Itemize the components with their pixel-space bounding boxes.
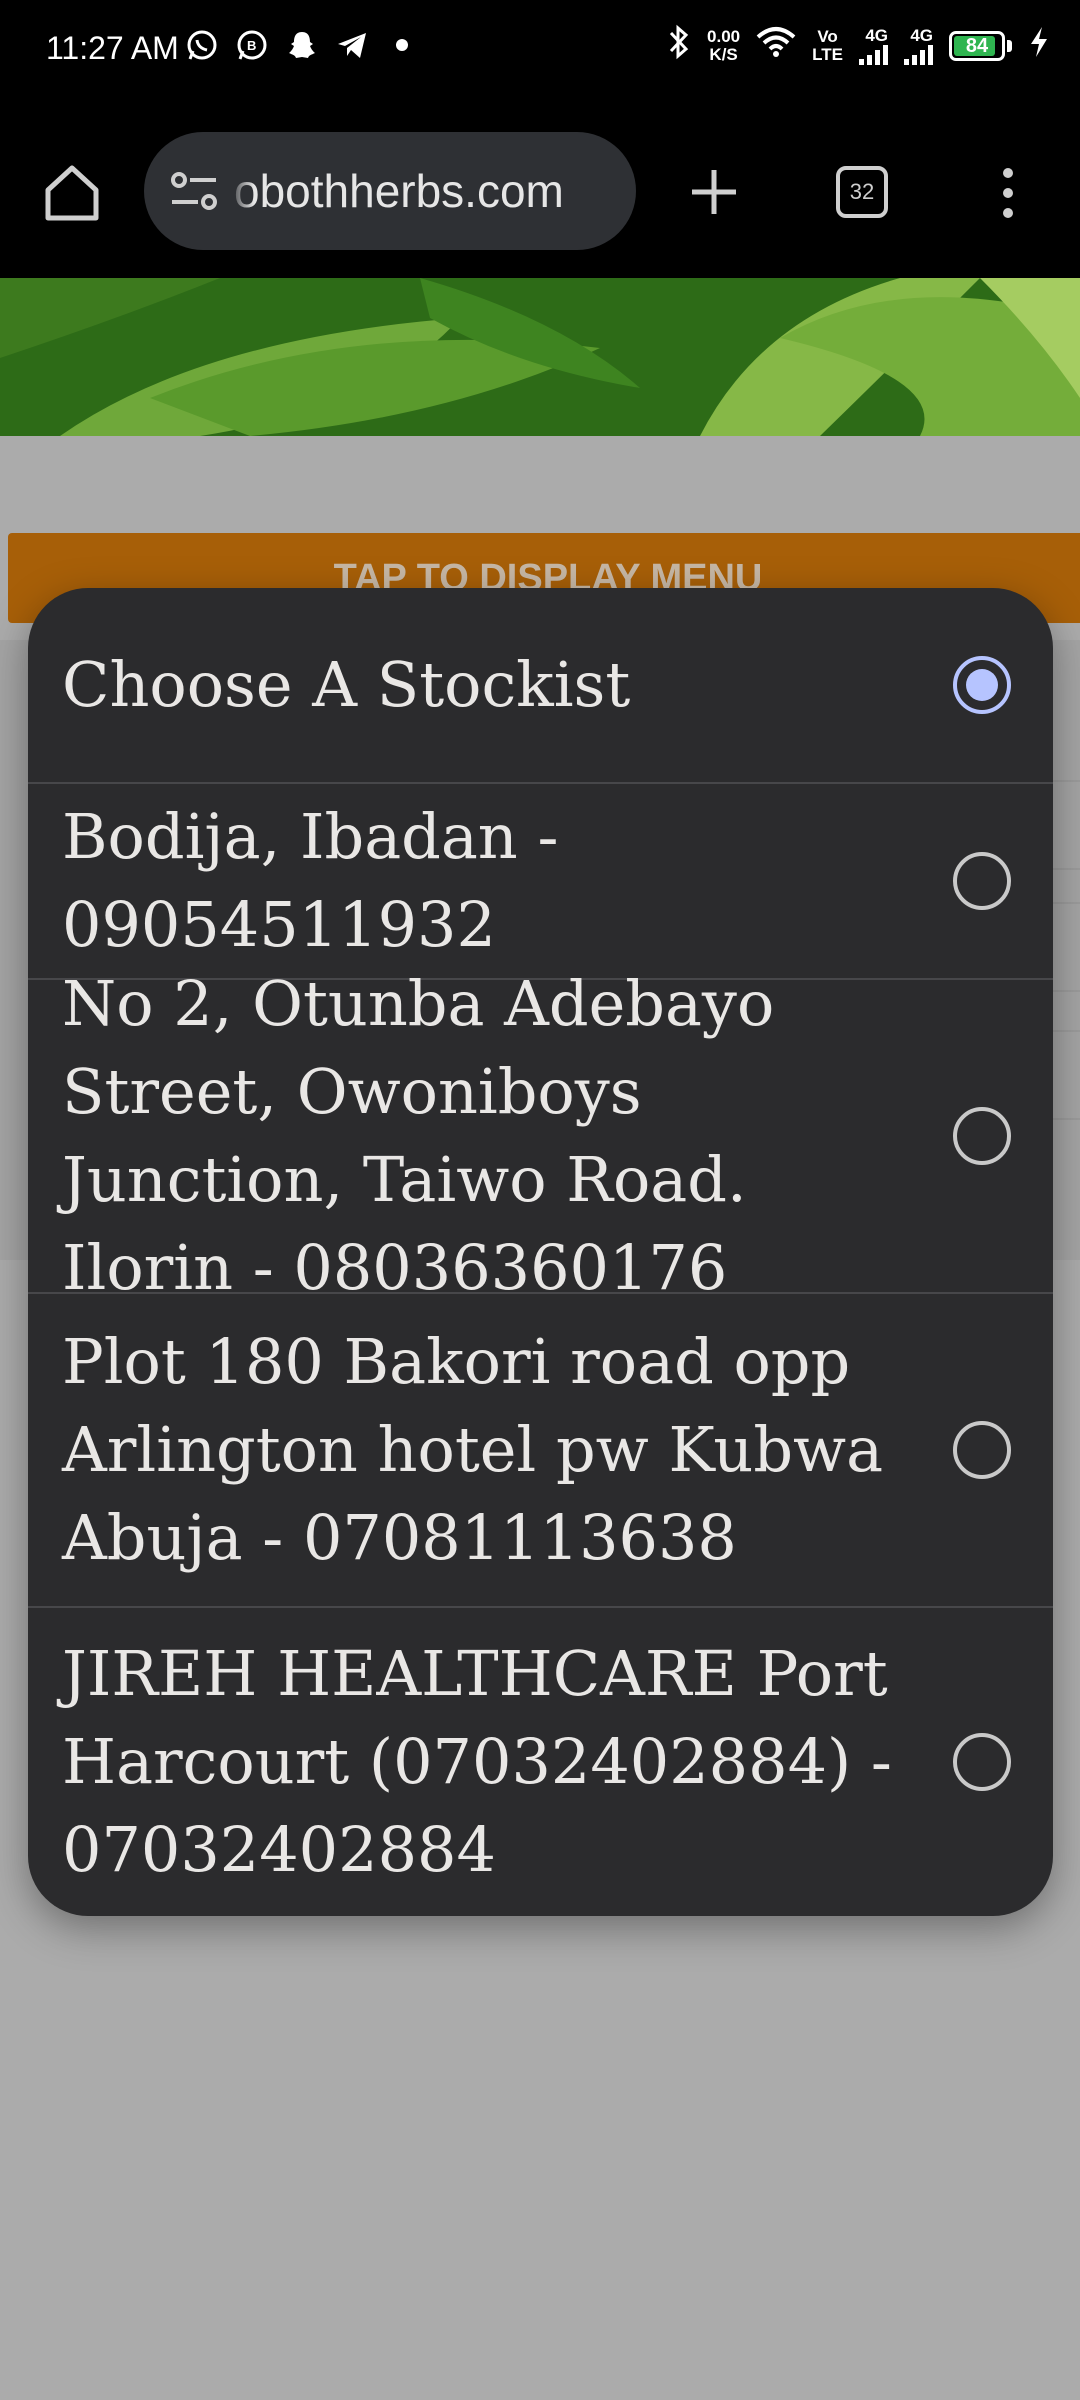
charging-icon [1028,25,1050,67]
hero-leaf-banner [0,278,1080,436]
radio-button[interactable] [953,852,1011,910]
radio-button[interactable] [953,1421,1011,1479]
telegram-icon [334,28,370,64]
new-tab-button[interactable] [686,164,742,220]
more-vert-icon [1003,168,1013,218]
signal-bars-icon [904,45,933,65]
wifi-icon [756,25,796,67]
sim1-label: 4G [865,26,888,45]
home-icon [45,165,99,221]
tab-switcher-button[interactable]: 32 [836,166,888,218]
radio-button[interactable] [953,1107,1011,1165]
snapchat-icon [284,28,320,64]
volte-top: Vo [817,27,838,46]
leaf-image [0,278,1080,436]
site-settings-icon[interactable] [170,170,218,212]
more-menu-button[interactable] [988,166,1028,220]
sim1-signal: 4G [859,27,888,65]
volte-indicator: Vo LTE [812,28,843,64]
net-speed: 0.00 K/S [707,28,740,64]
whatsapp-business-icon: B [234,28,270,64]
volte-bottom: LTE [812,45,843,64]
stockist-select-dialog: Choose A Stockist Bodija, Ibadan - 09054… [28,588,1053,1916]
browser-toolbar: obothherbs.com 32 [0,108,1080,278]
battery-level: 84 [965,34,989,57]
net-speed-unit: K/S [709,45,738,64]
sim2-signal: 4G [904,27,933,65]
stockist-option[interactable]: JIREH HEALTHCARE Port Harcourt (07032402… [28,1608,1053,1916]
stockist-option-label: Choose A Stockist [62,648,631,721]
address-bar[interactable]: obothherbs.com [144,132,636,250]
stockist-option-label: Plot 180 Bakori road opp Arlington hotel… [62,1325,884,1574]
sim2-label: 4G [910,26,933,45]
bluetooth-icon [667,24,691,68]
battery-icon: 84 [949,31,1005,61]
net-speed-value: 0.00 [707,27,741,46]
notification-icons: B [184,28,420,64]
stockist-option[interactable]: Plot 180 Bakori road opp Arlington hotel… [28,1294,1053,1608]
plus-icon [692,170,736,214]
battery-tip [1007,40,1012,52]
url-fade [228,152,254,232]
signal-bars-icon [859,45,888,65]
status-bar: 11:27 AM B 0.00 K/S Vo LTE 4G 4G 84 [0,0,1080,108]
radio-button-selected[interactable] [953,656,1011,714]
stockist-option-label: No 2, Otunba Adebayo Street, Owoniboys J… [62,967,775,1304]
stockist-option[interactable]: No 2, Otunba Adebayo Street, Owoniboys J… [28,967,1053,1304]
status-time: 11:27 AM [46,30,179,66]
dot-icon [384,28,420,64]
stockist-option-label: JIREH HEALTHCARE Port Harcourt (07032402… [62,1637,892,1886]
url-text[interactable]: obothherbs.com [234,164,564,218]
radio-button[interactable] [953,1733,1011,1791]
stockist-option[interactable]: Choose A Stockist [28,588,1053,784]
stockist-option[interactable]: Bodija, Ibadan - 09054511932 [28,784,1053,980]
home-button[interactable] [40,160,104,224]
system-icons: 0.00 K/S Vo LTE 4G 4G 84 [667,24,1050,68]
stockist-option-label: Bodija, Ibadan - 09054511932 [62,800,559,961]
whatsapp-icon [184,28,220,64]
svg-text:B: B [247,38,256,53]
